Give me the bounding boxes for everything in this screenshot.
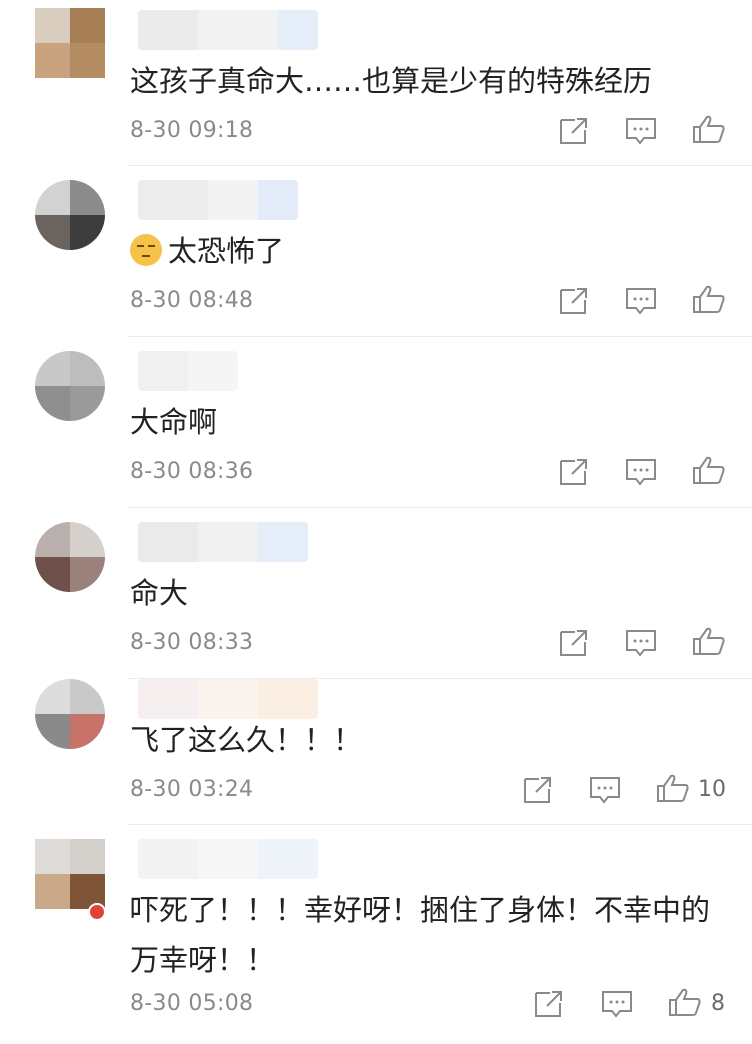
comment-icon[interactable] <box>600 989 634 1019</box>
thumbs-up-icon[interactable] <box>692 114 726 144</box>
comment-text: 吓死了！！！幸好呀！捆住了身体！不幸中的万幸呀！！ <box>130 893 711 977</box>
thumbs-up-icon[interactable] <box>692 284 726 314</box>
username-blurred[interactable] <box>138 180 298 220</box>
thumbs-up-icon[interactable] <box>656 773 690 803</box>
username-blurred[interactable] <box>138 522 308 562</box>
comment-text-content: 太恐怖了 <box>168 234 285 268</box>
comment-icon[interactable] <box>624 628 658 658</box>
share-icon[interactable] <box>557 628 591 658</box>
comment-item: 飞了这么久！！！ 8-30 03:24 10 <box>0 679 752 824</box>
username-blurred[interactable] <box>138 679 318 719</box>
comment-time: 8-30 05:08 <box>130 991 254 1016</box>
comment-time: 8-30 09:18 <box>130 118 254 143</box>
comment-item: 命大 8-30 08:33 <box>0 508 752 678</box>
username-blurred[interactable] <box>138 351 238 391</box>
avatar[interactable] <box>35 351 105 421</box>
comment-text: 飞了这么久！！！ <box>130 723 363 757</box>
comment-icon[interactable] <box>624 286 658 316</box>
avatar[interactable] <box>35 679 105 749</box>
share-icon[interactable] <box>521 775 555 805</box>
avatar[interactable] <box>35 8 105 78</box>
share-icon[interactable] <box>532 989 566 1019</box>
comment-time: 8-30 03:24 <box>130 777 254 802</box>
comment-icon[interactable] <box>624 116 658 146</box>
avatar[interactable] <box>35 522 105 592</box>
avatar[interactable] <box>35 180 105 250</box>
like-count: 8 <box>711 991 725 1016</box>
like-count: 10 <box>698 777 726 802</box>
comment-text: 太恐怖了 <box>130 226 722 276</box>
comment-item: 大命啊 8-30 08:36 <box>0 337 752 507</box>
vip-badge <box>88 903 106 921</box>
comment-item: 吓死了！！！幸好呀！捆住了身体！不幸中的万幸呀！！ 8-30 05:08 8 <box>0 825 752 1044</box>
thumbs-up-icon[interactable] <box>692 626 726 656</box>
thumbs-up-icon[interactable] <box>692 455 726 485</box>
thumbs-up-icon[interactable] <box>668 987 702 1017</box>
comment-item: 这孩子真命大……也算是少有的特殊经历 8-30 09:18 <box>0 0 752 165</box>
comment-time: 8-30 08:48 <box>130 288 254 313</box>
comment-item: 太恐怖了 8-30 08:48 <box>0 166 752 336</box>
comment-time: 8-30 08:33 <box>130 630 254 655</box>
comment-text: 大命啊 <box>130 405 218 439</box>
share-icon[interactable] <box>557 457 591 487</box>
username-blurred[interactable] <box>138 839 318 879</box>
username-blurred[interactable] <box>138 10 318 50</box>
comment-text: 命大 <box>130 576 189 610</box>
share-icon[interactable] <box>557 116 591 146</box>
comment-icon[interactable] <box>624 457 658 487</box>
comment-time: 8-30 08:36 <box>130 459 254 484</box>
comment-text: 这孩子真命大……也算是少有的特殊经历 <box>130 64 653 98</box>
emoji-sweat-icon <box>130 234 162 266</box>
avatar[interactable] <box>35 839 105 909</box>
share-icon[interactable] <box>557 286 591 316</box>
comment-icon[interactable] <box>588 775 622 805</box>
